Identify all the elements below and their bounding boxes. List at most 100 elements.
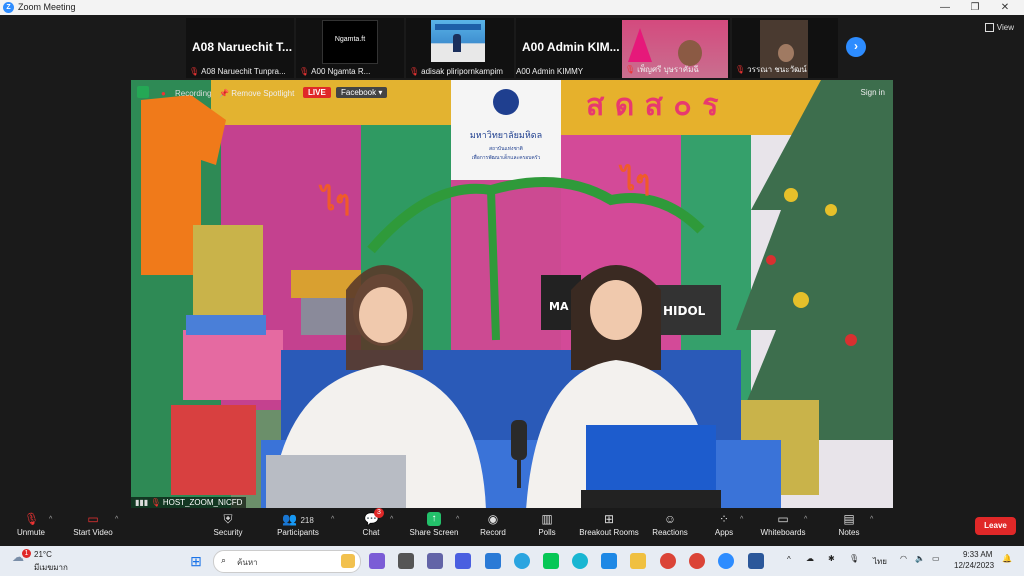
- signal-icon: ▮▮▮: [135, 498, 149, 507]
- search-placeholder: ค้นหา: [237, 558, 258, 567]
- pin-icon: 📌: [219, 89, 229, 98]
- spotlight-video[interactable]: ส ด ส ๐ ร มหาวิทยาลัยมหิดล สถาบันแห่งชาต…: [131, 80, 893, 508]
- chat-chevron-icon[interactable]: ^: [390, 516, 393, 523]
- chrome-profile-icon[interactable]: [689, 553, 705, 569]
- unmute-button[interactable]: 🎙 Unmute: [14, 512, 48, 537]
- mail-icon[interactable]: [485, 553, 501, 569]
- participant-thumbnail[interactable]: Ngamta.ft 🎙 A00 Ngamta R...: [296, 18, 404, 78]
- clock-date[interactable]: 12/24/2023: [954, 561, 994, 570]
- svg-text:ไๆ: ไๆ: [318, 184, 350, 217]
- mic-muted-icon: 🎙: [409, 67, 420, 76]
- minimize-button[interactable]: —: [930, 0, 960, 15]
- maximize-button[interactable]: ❐: [960, 0, 990, 15]
- wifi-icon[interactable]: ◠: [900, 554, 907, 563]
- onedrive-icon[interactable]: ☁: [806, 554, 814, 563]
- view-button[interactable]: View: [984, 23, 1014, 33]
- view-button-label: View: [996, 23, 1014, 32]
- participant-name-display: A00 Admin KIM...: [522, 40, 620, 54]
- word-icon[interactable]: [748, 553, 764, 569]
- bluetooth-icon[interactable]: ✱: [828, 554, 835, 563]
- participant-thumbnail[interactable]: A08 Naruechit T... 🎙 A08 Naruechit Tunpra…: [186, 18, 294, 78]
- microphone-icon[interactable]: 🎙: [849, 554, 859, 563]
- participant-caption: adisak pliripornkampim: [421, 67, 503, 76]
- participant-thumbnail[interactable]: A00 Admin KIM... A00 Admin KIMMY: [516, 18, 624, 78]
- language-indicator[interactable]: ไทย: [873, 555, 887, 568]
- reactions-button[interactable]: ☺ Reactions: [650, 512, 690, 537]
- share-arrow-icon: ↑: [427, 512, 441, 526]
- chrome-icon[interactable]: [660, 553, 676, 569]
- zoom-app-icon[interactable]: [601, 553, 617, 569]
- participant-caption: วรรณา ชนะวัฒน์: [747, 65, 807, 74]
- participant-video: [431, 20, 485, 62]
- facebook-stream-dropdown[interactable]: Facebook ▾: [336, 87, 388, 98]
- chat-unread-badge: 3: [374, 508, 384, 518]
- window-title-bar: Z Zoom Meeting — ❐ ✕: [0, 0, 1024, 15]
- whiteboard-icon: ▭: [777, 512, 789, 526]
- record-icon: ◉: [487, 512, 499, 526]
- mic-muted-icon: 🎙: [625, 65, 636, 74]
- battery-icon[interactable]: ▭: [932, 554, 940, 563]
- apps-button[interactable]: ⁘ Apps: [710, 512, 738, 537]
- participants-chevron-icon[interactable]: ^: [331, 516, 334, 523]
- participants-button[interactable]: 👥 218 Participants: [272, 512, 324, 537]
- participant-caption: A00 Ngamta R...: [311, 67, 371, 76]
- remove-spotlight-button[interactable]: 📌 Remove Spotlight: [219, 89, 294, 98]
- volume-icon[interactable]: 🔈: [915, 554, 925, 563]
- grid-view-icon: [984, 23, 994, 33]
- svg-text:ส ด ส ๐ ร: ส ด ส ๐ ร: [586, 88, 718, 123]
- polls-button[interactable]: ▥ Polls: [532, 512, 562, 537]
- edge-icon[interactable]: [514, 553, 530, 569]
- mic-muted-icon: 🎙: [299, 67, 310, 76]
- teams-icon[interactable]: [427, 553, 443, 569]
- share-chevron-icon[interactable]: ^: [456, 516, 459, 523]
- start-video-button[interactable]: ▭ Start Video: [70, 512, 116, 537]
- sign-in-link[interactable]: Sign in: [861, 88, 885, 97]
- record-button[interactable]: ◉ Record: [476, 512, 510, 537]
- notes-button[interactable]: ▤ Notes: [834, 512, 864, 537]
- notification-bell-icon[interactable]: 🔔: [1002, 554, 1012, 563]
- meeting-area: View A08 Naruechit T... 🎙 A08 Naruechit T…: [0, 15, 1024, 510]
- leave-button[interactable]: Leave: [975, 517, 1016, 535]
- encryption-shield-icon: [137, 86, 149, 98]
- window-title: Zoom Meeting: [18, 2, 76, 12]
- clock-time[interactable]: 9:33 AM: [963, 550, 992, 559]
- whiteboards-button[interactable]: ▭ Whiteboards: [758, 512, 808, 537]
- participant-thumbnail[interactable]: 🎙 adisak pliripornkampim: [406, 18, 514, 78]
- zoom-meeting-icon[interactable]: [718, 553, 734, 569]
- participant-thumbnail[interactable]: 🎙 วรรณา ชนะวัฒน์: [732, 18, 838, 78]
- copilot-icon[interactable]: [369, 553, 385, 569]
- security-button[interactable]: ⛨ Security: [208, 512, 248, 537]
- shield-icon: ⛨: [223, 512, 233, 526]
- svg-text:MA: MA: [549, 300, 569, 313]
- participant-thumbnail[interactable]: 🎙 เพ็ญศรี บุษราคัมฉี: [622, 18, 730, 78]
- weather-description[interactable]: มีเมฆมาก: [34, 561, 68, 574]
- svg-text:HIDOL: HIDOL: [663, 304, 706, 318]
- live-badge: LIVE: [303, 87, 331, 98]
- task-view-icon[interactable]: [398, 553, 414, 569]
- chat-button[interactable]: 💬 3 Chat: [356, 508, 386, 537]
- colorful-app-icon[interactable]: [455, 553, 471, 569]
- taskbar-search-input[interactable]: ⌕ ค้นหา: [213, 550, 361, 573]
- audio-options-chevron-icon[interactable]: ^: [49, 516, 52, 523]
- weather-temperature[interactable]: 21°C: [34, 550, 52, 559]
- participant-video: Ngamta.ft: [322, 20, 378, 64]
- apps-chevron-icon[interactable]: ^: [740, 516, 743, 523]
- whiteboards-chevron-icon[interactable]: ^: [804, 516, 807, 523]
- file-explorer-icon[interactable]: [630, 553, 646, 569]
- smiley-plus-icon: ☺: [663, 512, 677, 526]
- notes-chevron-icon[interactable]: ^: [870, 516, 873, 523]
- windows-start-icon[interactable]: ⊞: [188, 553, 204, 569]
- share-screen-button[interactable]: ↑ Share Screen: [406, 512, 462, 537]
- weather-badge: 1: [22, 549, 31, 558]
- line-icon[interactable]: [543, 553, 559, 569]
- app-circle-icon[interactable]: [572, 553, 588, 569]
- video-options-chevron-icon[interactable]: ^: [115, 516, 118, 523]
- breakout-rooms-button[interactable]: ⊞ Breakout Rooms: [576, 512, 642, 537]
- show-hidden-icons-chevron-icon[interactable]: ^: [787, 555, 791, 564]
- svg-text:เพื่อการพัฒนาเด็กและครอบครัว: เพื่อการพัฒนาเด็กและครอบครัว: [472, 153, 541, 161]
- close-window-button[interactable]: ✕: [990, 0, 1020, 15]
- video-scene: ส ด ส ๐ ร มหาวิทยาลัยมหิดล สถาบันแห่งชาต…: [131, 80, 893, 508]
- next-page-arrow-icon[interactable]: ›: [846, 37, 866, 57]
- banner-text: มหาวิทยาลัยมหิดล: [470, 130, 542, 141]
- mic-muted-icon: 🎙: [189, 67, 200, 76]
